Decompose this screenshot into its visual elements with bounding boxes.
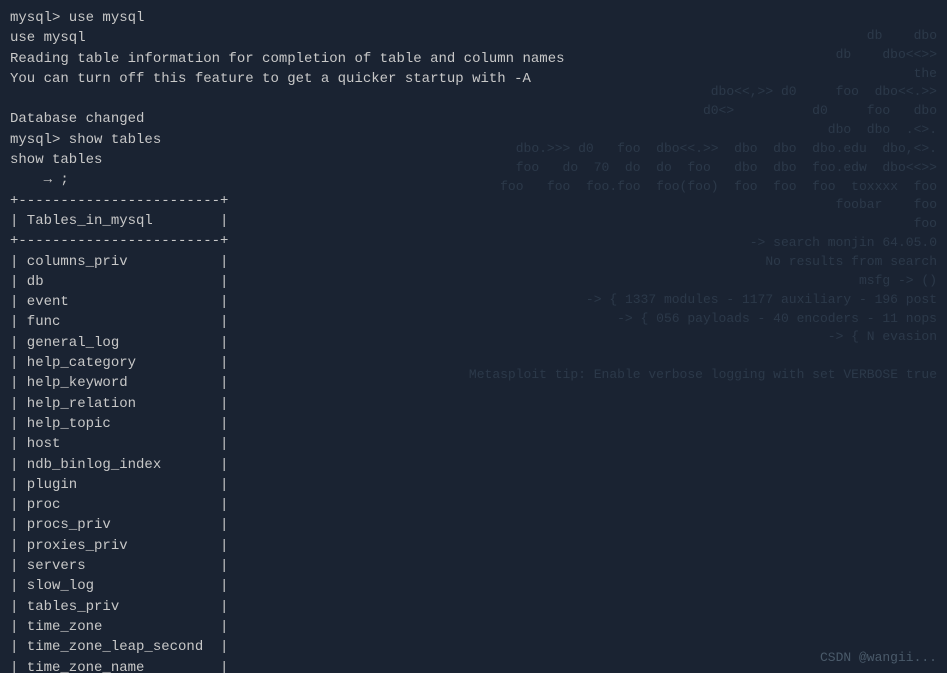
row-servers: | servers | — [10, 556, 937, 576]
terminal-content: mysql> use mysql use mysql Reading table… — [10, 8, 937, 673]
row-time-zone-leap: | time_zone_leap_second | — [10, 637, 937, 657]
border-top: +------------------------+ — [10, 191, 937, 211]
cmd-show-tables: mysql> show tables — [10, 130, 937, 150]
db-changed: Database changed — [10, 109, 937, 129]
row-help-category: | help_category | — [10, 353, 937, 373]
row-proxies-priv: | proxies_priv | — [10, 536, 937, 556]
row-time-zone-name: | time_zone_name | — [10, 658, 937, 673]
row-help-topic: | help_topic | — [10, 414, 937, 434]
row-tables-priv: | tables_priv | — [10, 597, 937, 617]
row-ndb-binlog: | ndb_binlog_index | — [10, 455, 937, 475]
row-help-keyword: | help_keyword | — [10, 373, 937, 393]
row-general-log: | general_log | — [10, 333, 937, 353]
table-header: | Tables_in_mysql | — [10, 211, 937, 231]
arrow-line: → ; — [10, 170, 937, 190]
use-result: use mysql — [10, 28, 937, 48]
turnoff-info: You can turn off this feature to get a q… — [10, 69, 937, 89]
row-db: | db | — [10, 272, 937, 292]
terminal-window: db dbo db dbo<<>> the dbo<<,>> d0 foo db… — [0, 0, 947, 673]
row-time-zone: | time_zone | — [10, 617, 937, 637]
row-func: | func | — [10, 312, 937, 332]
row-columns-priv: | columns_priv | — [10, 252, 937, 272]
row-proc: | proc | — [10, 495, 937, 515]
row-host: | host | — [10, 434, 937, 454]
border-mid: +------------------------+ — [10, 231, 937, 251]
watermark-text: CSDN @wangii... — [820, 650, 937, 665]
row-procs-priv: | procs_priv | — [10, 515, 937, 535]
blank-1 — [10, 89, 937, 109]
cmd-use-mysql: mysql> use mysql — [10, 8, 937, 28]
reading-info: Reading table information for completion… — [10, 49, 937, 69]
row-event: | event | — [10, 292, 937, 312]
row-help-relation: | help_relation | — [10, 394, 937, 414]
show-tables-echo: show tables — [10, 150, 937, 170]
row-plugin: | plugin | — [10, 475, 937, 495]
row-slow-log: | slow_log | — [10, 576, 937, 596]
